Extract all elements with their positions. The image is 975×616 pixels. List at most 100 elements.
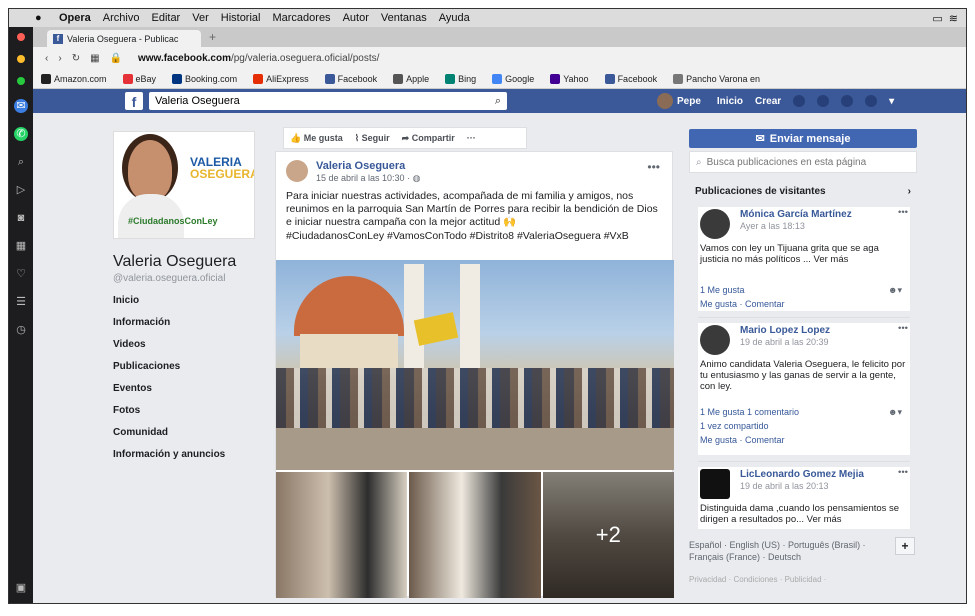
- share-button[interactable]: ➦ Compartir: [402, 133, 455, 144]
- wifi-icon[interactable]: ≋: [949, 12, 958, 25]
- more-options-button[interactable]: ···: [467, 133, 476, 143]
- menu-marcadores[interactable]: Marcadores: [272, 12, 330, 24]
- tab-facebook[interactable]: f Valeria Oseguera - Publicac: [47, 30, 201, 47]
- bookmark-pancho[interactable]: Pancho Varona en: [673, 73, 760, 84]
- visitor-post-shared[interactable]: 1 vez compartido: [700, 421, 769, 431]
- help-icon[interactable]: [865, 95, 878, 107]
- avatar[interactable]: [700, 469, 730, 499]
- visitor-post-options-icon[interactable]: •••: [898, 323, 908, 334]
- avatar[interactable]: [700, 325, 730, 355]
- bookmark-facebook[interactable]: Facebook: [324, 73, 377, 84]
- sidebar-toggle-icon[interactable]: ▣: [14, 581, 28, 595]
- menu-ayuda[interactable]: Ayuda: [439, 12, 470, 24]
- visitor-post-date[interactable]: 19 de abril a las 20:39: [740, 337, 829, 347]
- back-icon[interactable]: ‹: [45, 53, 48, 64]
- post-thumbnail[interactable]: [276, 472, 408, 598]
- bookmark-yahoo[interactable]: Yahoo: [550, 73, 589, 84]
- user-profile-link[interactable]: Pepe: [657, 93, 701, 109]
- visitor-post-likes[interactable]: 1 Me gusta: [700, 285, 745, 295]
- page-nav-publicaciones[interactable]: Publicaciones: [113, 361, 225, 372]
- forward-icon[interactable]: ›: [58, 53, 61, 64]
- page-nav-videos[interactable]: Videos: [113, 339, 225, 350]
- bookmark-ebay[interactable]: eBay: [122, 73, 156, 84]
- page-nav-inicio[interactable]: Inicio: [113, 295, 225, 306]
- bookmark-booking[interactable]: Booking.com: [172, 73, 237, 84]
- visitor-post-actions[interactable]: Me gusta · Comentar: [700, 435, 785, 445]
- visitor-post-options-icon[interactable]: •••: [898, 207, 908, 218]
- messenger-icon[interactable]: [817, 95, 830, 107]
- window-minimize-icon[interactable]: [17, 55, 25, 63]
- chevron-down-icon[interactable]: ▾: [889, 96, 894, 107]
- bookmark-amazon[interactable]: Amazon.com: [41, 73, 107, 84]
- language-links[interactable]: Español · English (US) · Português (Bras…: [689, 539, 889, 563]
- camera-icon[interactable]: ◙: [14, 211, 28, 225]
- bookmark-google[interactable]: Google: [492, 73, 534, 84]
- reload-icon[interactable]: ↻: [72, 53, 80, 64]
- post-author[interactable]: Valeria Oseguera: [316, 160, 405, 172]
- visitor-post-likes[interactable]: 1 Me gusta 1 comentario: [700, 407, 799, 417]
- post-hashtags[interactable]: #CiudadanosConLey #VamosConTodo #Distrit…: [286, 230, 666, 243]
- display-icon[interactable]: ▭: [932, 12, 942, 25]
- bookmark-bing[interactable]: Bing: [445, 73, 476, 84]
- menu-opera[interactable]: Opera: [59, 12, 91, 24]
- nav-crear[interactable]: Crear: [755, 96, 781, 107]
- visitor-posts-header[interactable]: Publicaciones de visitantes ›: [689, 179, 917, 203]
- post-thumbnail[interactable]: [409, 472, 541, 598]
- send-icon[interactable]: ▷: [14, 183, 28, 197]
- page-nav-fotos[interactable]: Fotos: [113, 405, 225, 416]
- search-icon[interactable]: ⌕: [495, 95, 501, 108]
- visitor-post-author[interactable]: LicLeonardo Gomez Mejia: [740, 469, 864, 480]
- post-main-photo[interactable]: [276, 260, 674, 470]
- post-options-icon[interactable]: •••: [647, 160, 660, 174]
- page-post-search-input[interactable]: [706, 156, 910, 168]
- bookmark-aliexpress[interactable]: AliExpress: [253, 73, 309, 84]
- bookmark-apple[interactable]: Apple: [393, 73, 429, 84]
- menu-ventanas[interactable]: Ventanas: [381, 12, 427, 24]
- visitor-post-author[interactable]: Mónica García Martínez: [740, 209, 852, 220]
- heart-icon[interactable]: ♡: [14, 267, 28, 281]
- nav-inicio[interactable]: Inicio: [717, 96, 743, 107]
- page-handle[interactable]: @valeria.oseguera.oficial: [113, 273, 225, 284]
- history-icon[interactable]: ◷: [14, 323, 28, 337]
- page-nav-comunidad[interactable]: Comunidad: [113, 427, 225, 438]
- window-close-icon[interactable]: [17, 33, 25, 41]
- search-icon[interactable]: ⌕: [14, 155, 28, 169]
- whatsapp-icon[interactable]: ✆: [14, 127, 28, 141]
- post-thumbnail-more[interactable]: +2: [542, 472, 674, 598]
- visitor-post-date[interactable]: Ayer a las 18:13: [740, 221, 805, 231]
- friends-icon[interactable]: [793, 95, 806, 107]
- add-language-button[interactable]: +: [895, 537, 915, 555]
- menu-archivo[interactable]: Archivo: [103, 12, 140, 24]
- visitor-post-actions[interactable]: Me gusta · Comentar: [700, 299, 785, 309]
- page-nav-info-anuncios[interactable]: Información y anuncios: [113, 449, 225, 460]
- post-date[interactable]: 15 de abril a las 10:30 · ◍: [316, 173, 420, 184]
- apple-icon[interactable]: ●: [35, 12, 47, 24]
- send-message-button[interactable]: ✉ Enviar mensaje: [689, 129, 917, 148]
- avatar[interactable]: [286, 160, 308, 182]
- like-page-button[interactable]: 👍 Me gusta: [290, 133, 343, 144]
- reaction-selector-icon[interactable]: ☻▾: [888, 285, 902, 296]
- page-nav-informacion[interactable]: Información: [113, 317, 225, 328]
- avatar[interactable]: [700, 209, 730, 239]
- notifications-icon[interactable]: [841, 95, 854, 107]
- url-field[interactable]: www.facebook.com/pg/valeria.oseguera.ofi…: [138, 53, 379, 64]
- window-zoom-icon[interactable]: [17, 77, 25, 85]
- bookmark-facebook-2[interactable]: Facebook: [604, 73, 657, 84]
- visitor-post-date[interactable]: 19 de abril a las 20:13: [740, 481, 829, 491]
- page-nav-eventos[interactable]: Eventos: [113, 383, 225, 394]
- footer-links[interactable]: Privacidad · Condiciones · Publicidad ·: [689, 575, 826, 584]
- visitor-post-options-icon[interactable]: •••: [898, 467, 908, 478]
- messenger-icon[interactable]: ✉: [14, 99, 28, 113]
- follow-button[interactable]: ⌇ Seguir: [355, 133, 390, 144]
- menu-historial[interactable]: Historial: [221, 12, 261, 24]
- profile-picture[interactable]: VALERIA OSEGUERA #CiudadanosConLey: [113, 131, 255, 239]
- speed-dial-icon[interactable]: ▦: [90, 53, 99, 64]
- visitor-post-author[interactable]: Mario Lopez Lopez: [740, 325, 830, 336]
- menu-editar[interactable]: Editar: [151, 12, 180, 24]
- facebook-logo-icon[interactable]: f: [125, 92, 143, 110]
- menu-ver[interactable]: Ver: [192, 12, 209, 24]
- grid-icon[interactable]: ▦: [14, 239, 28, 253]
- reaction-selector-icon[interactable]: ☻▾: [888, 407, 902, 418]
- news-icon[interactable]: ☰: [14, 295, 28, 309]
- menu-autor[interactable]: Autor: [343, 12, 369, 24]
